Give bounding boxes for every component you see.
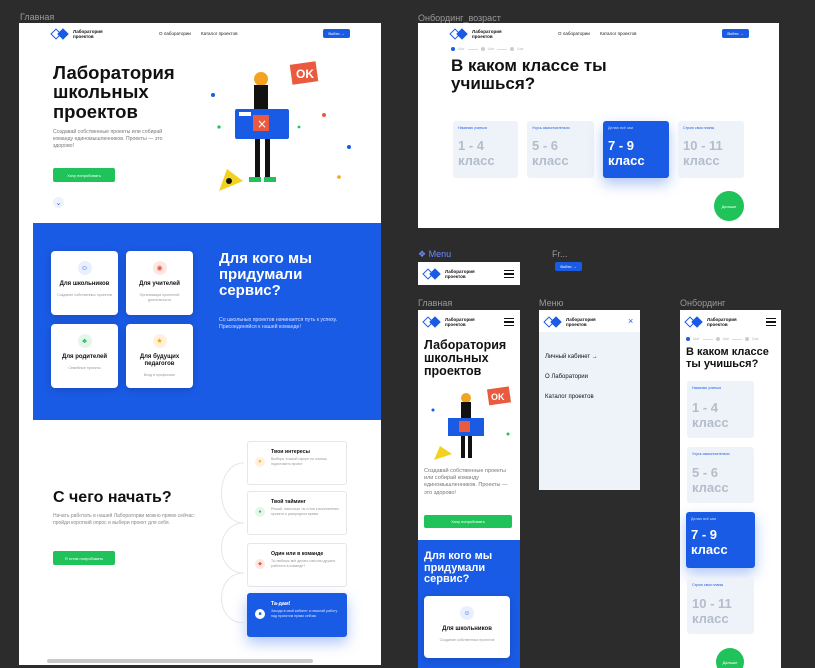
card-teachers[interactable]: ◉ Для учителей Организация проектной дея…: [126, 251, 193, 315]
next-button[interactable]: Дальше: [714, 191, 744, 221]
menu-item-about[interactable]: О Лаборатории: [545, 374, 588, 380]
future-icon: ★: [152, 334, 167, 348]
login-button[interactable]: Войти →: [722, 29, 749, 38]
menu-item-cabinet[interactable]: Личный кабинет →: [545, 354, 598, 360]
grade-7-9[interactable]: Делаю всё сам 7 - 9 класс: [603, 121, 669, 178]
grade-5-6[interactable]: Учусь самостоятельно 5 - 6 класс: [527, 121, 594, 178]
who-section: ☺ Для школьников Создание собственных пр…: [33, 223, 381, 420]
mobile-hero-subtitle: Создавай собственные проекты или собирай…: [424, 468, 508, 496]
onboarding-steps: Шаг Шаг Шаг: [686, 337, 759, 341]
scroll-down-icon[interactable]: ⌄: [53, 197, 64, 208]
frame-label-mobile-home[interactable]: Главная: [418, 298, 452, 308]
component-icon: ❖: [418, 249, 429, 259]
family-icon: ♣: [77, 334, 92, 348]
mobile-grade-1-4[interactable]: Начинаю учиться 1 - 4 класс: [687, 381, 754, 438]
hero-illustration: OK ×: [211, 61, 351, 191]
mobile-menu-frame: Лаборатория проектов × Личный кабинет → …: [539, 310, 640, 490]
mobile-hero-cta[interactable]: Хочу попробовать: [424, 515, 512, 528]
onboarding-title: В каком классе ты учишься?: [451, 56, 607, 93]
nav-about[interactable]: О лаборатории: [159, 31, 191, 36]
svg-text:×: ×: [257, 117, 267, 131]
who-title: Для кого мы придумали сервис?: [219, 250, 312, 299]
mobile-ok-badge: OK: [491, 392, 505, 402]
grade-1-4[interactable]: Начинаю учиться 1 - 4 класс: [453, 121, 518, 178]
smile-icon: ☺: [77, 261, 92, 275]
clock-icon: ●: [255, 507, 265, 517]
logo-icon: [422, 315, 441, 328]
desktop-home-frame: Лаборатория проектов О лаборатории Катал…: [19, 23, 381, 665]
card-parents[interactable]: ♣ Для родителей Семейные проекты: [51, 324, 118, 388]
mobile-grade-5-6[interactable]: Учусь самостоятельно 5 - 6 класс: [687, 447, 754, 503]
nav-catalog[interactable]: Каталог проектов: [600, 31, 636, 36]
card-future-teachers[interactable]: ★ Для будущих педагогов Вход в профессию: [126, 324, 193, 388]
logo-icon: [50, 27, 69, 40]
who-text: Со школьных проектов начинается путь к у…: [219, 317, 338, 330]
horizontal-scrollbar[interactable]: [47, 659, 313, 663]
mobile-onboarding-title: В каком классе ты учишься?: [686, 346, 769, 370]
logo[interactable]: Лаборатория проектов: [449, 27, 512, 40]
start-cta-button[interactable]: Я готов попробовать: [53, 551, 115, 565]
logo-icon: [543, 315, 562, 328]
frame-label-menu-component[interactable]: ❖ Menu: [418, 249, 451, 260]
nav-about[interactable]: О лаборатории: [558, 31, 590, 36]
step-tadam[interactable]: ■ Та-дам! Заходи в свой кабинет и начина…: [247, 593, 347, 637]
mobile-card-students[interactable]: ☺ Для школьников Создание собственных пр…: [424, 596, 510, 658]
step-team[interactable]: ◆ Один или в команде Ты любишь всё делат…: [247, 543, 347, 587]
onboarding-steps: Шаг Шаг Шаг: [451, 47, 524, 51]
frame-label-onboarding-age[interactable]: Онбординг_возраст: [418, 13, 501, 23]
logo[interactable]: Лаборатория проектов: [50, 27, 113, 40]
hero-cta-button[interactable]: Хочу попробовать: [53, 168, 115, 182]
smile-icon: ☺: [460, 606, 474, 620]
frame-label-fr[interactable]: Fr...: [552, 249, 568, 259]
mobile-who-section: Для кого мы придумали сервис? ☺ Для школ…: [418, 540, 520, 668]
nav-catalog[interactable]: Каталог проектов: [201, 31, 237, 36]
card-students[interactable]: ☺ Для школьников Создание собственных пр…: [51, 251, 118, 315]
burger-menu-icon[interactable]: [504, 318, 514, 326]
start-text: Начать работать в нашей Лаборатории можн…: [53, 513, 196, 526]
onboarding-desktop-frame: Лаборатория проектов О лаборатории Катал…: [418, 23, 779, 228]
mobile-hero-illustration: OK: [431, 386, 511, 460]
interests-icon: ♥: [255, 457, 265, 467]
mobile-onboarding-frame: Лаборатория проектов Шаг Шаг Шаг В каком…: [680, 310, 781, 668]
mobile-hero-title: Лаборатория школьных проектов: [424, 338, 507, 379]
burger-menu-icon[interactable]: [766, 318, 776, 326]
ok-badge: OK: [296, 67, 314, 81]
teacher-icon: ◉: [152, 261, 167, 275]
trophy-icon: ■: [255, 609, 265, 619]
grade-10-11[interactable]: Строю свои планы 10 - 11 класс: [678, 121, 744, 178]
mobile-home-frame: Лаборатория проектов Лаборатория школьны…: [418, 310, 520, 668]
mobile-who-title: Для кого мы придумали сервис?: [424, 550, 493, 585]
team-icon: ◆: [255, 559, 265, 569]
logo[interactable]: Лаборатория проектов: [543, 315, 606, 328]
close-icon[interactable]: ×: [628, 316, 633, 326]
logo-icon: [684, 315, 703, 328]
login-button[interactable]: Войти →: [323, 29, 350, 38]
fr-login-button[interactable]: Войти →: [555, 262, 582, 271]
hero-title: Лаборатория школьных проектов: [53, 62, 175, 122]
burger-menu-icon[interactable]: [504, 270, 514, 278]
menu-component-frame: Лаборатория проектов: [418, 262, 520, 285]
mobile-grade-7-9[interactable]: Делаю всё сам 7 - 9 класс: [686, 512, 755, 568]
start-title: С чего начать?: [53, 489, 172, 506]
menu-item-catalog[interactable]: Каталог проектов: [545, 394, 594, 400]
hero-subtitle: Создавай собственные проекты или собирай…: [53, 129, 163, 149]
step-timing[interactable]: ● Твой тайминг Решай, насколько ты готов…: [247, 491, 347, 535]
logo[interactable]: Лаборатория проектов: [684, 315, 747, 328]
frame-label-home[interactable]: Главная: [20, 12, 54, 22]
frame-label-mobile-onboarding[interactable]: Онбординг: [680, 298, 725, 308]
mobile-next-button[interactable]: Дальше: [716, 648, 744, 668]
logo[interactable]: Лаборатория проектов: [422, 315, 485, 328]
logo[interactable]: Лаборатория проектов: [422, 267, 485, 280]
logo-icon: [449, 27, 468, 40]
logo-icon: [422, 267, 441, 280]
mobile-grade-10-11[interactable]: Строю свои планы 10 - 11 класс: [687, 578, 754, 634]
frame-label-mobile-menu[interactable]: Меню: [539, 298, 563, 308]
step-interests[interactable]: ♥ Твои интересы Выбери, в какой сфере ты…: [247, 441, 347, 485]
